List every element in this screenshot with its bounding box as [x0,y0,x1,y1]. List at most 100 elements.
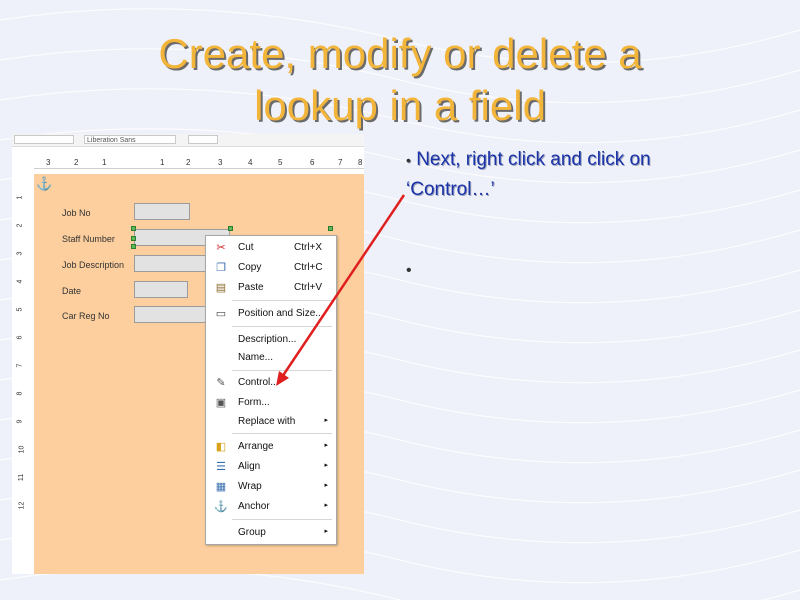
context-menu: ✂ Cut Ctrl+X ❐ Copy Ctrl+C ▤ Paste Ctrl+… [205,235,337,545]
paste-icon: ▤ [215,282,227,294]
selection-handle[interactable] [228,226,233,231]
field-label-car-reg-no: Car Reg No [62,311,110,321]
bullet-dot: • [406,152,411,168]
ruler-tick: 5 [278,158,283,167]
menu-item-shortcut: Ctrl+C [294,262,323,273]
toolbar-strip: Liberation Sans [12,134,364,147]
menu-item-label: Control... [238,377,279,388]
menu-separator [232,326,332,327]
position-size-icon: ▭ [215,308,227,320]
selection-handle[interactable] [131,236,136,241]
empty-bullet: • [406,262,412,279]
vruler-tick: 11 [18,473,26,482]
menu-separator [232,433,332,434]
vruler-tick: 12 [18,501,26,510]
horizontal-ruler: 3 2 1 1 2 3 4 5 6 7 8 [34,156,364,169]
vruler-tick: 7 [16,363,24,368]
menu-item-wrap[interactable]: ▦ Wrap ▸ [206,478,336,496]
selection-handle[interactable] [131,226,136,231]
menu-item-label: Position and Size... [238,308,324,319]
ruler-tick: 1 [102,158,107,167]
menu-item-description[interactable]: Description... [206,331,336,349]
menu-item-paste[interactable]: ▤ Paste Ctrl+V [206,279,336,297]
menu-item-label: Name... [238,352,274,363]
menu-item-anchor[interactable]: ⚓ Anchor ▸ [206,498,336,516]
slide-title: Create, modify or delete a lookup in a f… [60,28,740,132]
align-icon: ☰ [216,461,226,473]
menu-item-label: Arrange [238,441,274,452]
bullet-text-line2: ‘Control…’ [406,179,495,200]
menu-item-form[interactable]: ▣ Form... [206,394,336,412]
ruler-tick: 6 [310,158,315,167]
vertical-ruler: 1 2 3 4 5 6 7 8 9 10 11 12 [16,174,28,574]
selection-handle[interactable] [131,244,136,249]
wrap-icon: ▦ [215,481,227,493]
vruler-tick: 4 [16,279,24,284]
menu-item-label: Form... [238,397,270,408]
menu-separator [232,300,332,301]
menu-item-align[interactable]: ☰ Align ▸ [206,458,336,476]
menu-item-label: Copy [238,262,262,273]
field-date[interactable] [134,281,188,298]
menu-item-label: Description... [238,334,297,345]
menu-item-group[interactable]: Group ▸ [206,524,336,542]
menu-item-label: Cut [238,242,254,253]
submenu-arrow-icon: ▸ [324,442,328,449]
field-job-description[interactable] [134,255,206,272]
menu-item-copy[interactable]: ❐ Copy Ctrl+C [206,259,336,277]
vruler-tick: 1 [16,195,24,200]
menu-item-cut[interactable]: ✂ Cut Ctrl+X [206,239,336,257]
control-icon: ✎ [216,377,226,389]
menu-item-shortcut: Ctrl+X [294,242,323,253]
bullet-list: • Next, right click and click on ‘Contro… [406,145,766,205]
ruler-tick: 2 [74,158,79,167]
menu-item-name[interactable]: Name... [206,349,336,367]
vruler-tick: 10 [18,445,26,454]
field-label-job-description: Job Description [62,260,125,270]
field-label-staff-number: Staff Number [62,234,115,244]
bullet-item: • Next, right click and click on ‘Contro… [406,145,766,205]
anchor-icon: ⚓ [214,501,228,513]
field-job-no[interactable] [134,203,190,220]
ruler-tick: 7 [338,158,343,167]
field-label-job-no: Job No [62,208,91,218]
toolbar-box-font[interactable]: Liberation Sans [84,135,176,144]
menu-item-shortcut: Ctrl+V [294,282,323,293]
bullet-text-line1: Next, right click and click on [416,149,651,170]
vruler-tick: 3 [16,251,24,256]
toolbar-box-size[interactable] [188,135,218,144]
vruler-tick: 9 [16,419,24,424]
menu-item-label: Paste [238,282,264,293]
submenu-arrow-icon: ▸ [324,462,328,469]
scissors-icon: ✂ [216,242,226,254]
submenu-arrow-icon: ▸ [324,417,328,424]
submenu-arrow-icon: ▸ [324,528,328,535]
anchor-icon: ⚓ [36,176,53,191]
field-label-date: Date [62,286,82,296]
selection-handle[interactable] [328,226,333,231]
menu-item-replace-with[interactable]: Replace with ▸ [206,413,336,431]
toolbar-box-style[interactable] [14,135,74,144]
field-car-reg-no[interactable] [134,306,206,323]
slide-title-line2: lookup in a field [254,82,546,129]
ruler-tick: 4 [248,158,253,167]
vruler-tick: 6 [16,335,24,340]
copy-icon: ❐ [216,262,226,274]
vruler-tick: 2 [16,223,24,228]
ruler-tick: 8 [358,158,363,167]
menu-item-label: Group [238,527,266,538]
menu-item-label: Align [238,461,261,472]
menu-separator [232,519,332,520]
vruler-tick: 8 [16,391,24,396]
menu-item-arrange[interactable]: ◧ Arrange ▸ [206,438,336,456]
vruler-tick: 5 [16,307,24,312]
ruler-tick: 1 [160,158,165,167]
submenu-arrow-icon: ▸ [324,502,328,509]
ruler-tick: 2 [186,158,191,167]
menu-item-position-size[interactable]: ▭ Position and Size... [206,305,336,323]
arrange-icon: ◧ [215,441,227,453]
menu-item-control[interactable]: ✎ Control... [206,374,336,392]
slide-title-line1: Create, modify or delete a [158,30,642,77]
ruler-tick: 3 [46,158,51,167]
submenu-arrow-icon: ▸ [324,482,328,489]
